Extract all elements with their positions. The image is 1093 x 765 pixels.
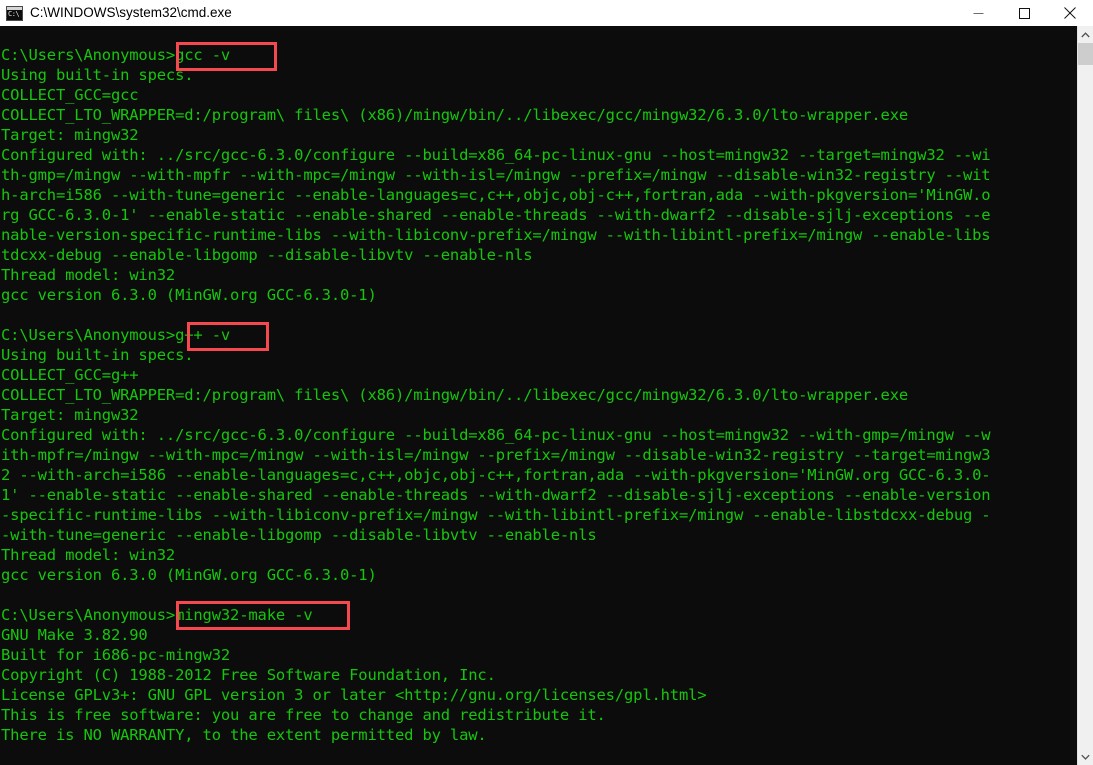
console-line: rg GCC-6.3.0-1' --enable-static --enable… (1, 206, 991, 224)
window-controls (955, 0, 1093, 26)
console-line: ith-mpfr=/mingw --with-mpc=/mingw --with… (1, 446, 991, 464)
minimize-icon (973, 12, 983, 14)
console-line: 2 --with-arch=i586 --enable-languages=c,… (1, 466, 991, 484)
console-line: COLLECT_GCC=g++ (1, 366, 139, 384)
cmd-window: C:\ C:\WINDOWS\system32\cmd.exe C:\Users… (0, 0, 1093, 765)
console-line: nable-version-specific-runtime-libs --wi… (1, 226, 991, 244)
console-line: th-gmp=/mingw --with-mpfr --with-mpc=/mi… (1, 166, 991, 184)
console-line: Thread model: win32 (1, 546, 176, 564)
console-line: C:\Users\Anonymous>g++ -v (1, 326, 231, 344)
console-line: Target: mingw32 (1, 406, 139, 424)
title-bar-left: C:\ C:\WINDOWS\system32\cmd.exe (0, 0, 955, 26)
maximize-icon (1018, 7, 1030, 19)
close-icon (1064, 7, 1076, 19)
console-line: C:\Users\Anonymous>gcc -v (1, 46, 231, 64)
console-line: COLLECT_LTO_WRAPPER=d:/program\ files\ (… (1, 106, 909, 124)
console-line: tdcxx-debug --enable-libgomp --disable-l… (1, 246, 533, 264)
console-line: Configured with: ../src/gcc-6.3.0/config… (1, 146, 991, 164)
cmd-icon-label: C:\ (8, 9, 20, 18)
console-line: Target: mingw32 (1, 126, 139, 144)
scrollbar-down-button[interactable] (1078, 748, 1093, 765)
console-line: Copyright (C) 1988-2012 Free Software Fo… (1, 666, 496, 684)
cmd-icon: C:\ (6, 5, 23, 21)
console-line: COLLECT_GCC=gcc (1, 86, 139, 104)
console-line: Using built-in specs. (1, 66, 194, 84)
console-line: There is NO WARRANTY, to the extent perm… (1, 726, 487, 744)
console-output: C:\Users\Anonymous>gcc -v Using built-in … (1, 45, 1077, 745)
console-line: Using built-in specs. (1, 346, 194, 364)
minimize-button[interactable] (955, 0, 1001, 26)
console-area[interactable]: C:\Users\Anonymous>gcc -v Using built-in … (0, 26, 1093, 765)
console-line: GNU Make 3.82.90 (1, 626, 148, 644)
console-line: 1' --enable-static --enable-shared --ena… (1, 486, 991, 504)
scrollbar-track[interactable] (1078, 43, 1093, 748)
console-scrollbar[interactable] (1077, 26, 1093, 765)
chevron-up-icon (1081, 31, 1090, 37)
console-line: Thread model: win32 (1, 266, 176, 284)
console-viewport[interactable]: C:\Users\Anonymous>gcc -v Using built-in … (0, 26, 1077, 765)
console-line: C:\Users\Anonymous>mingw32-make -v (1, 606, 313, 624)
console-line: -specific-runtime-libs --with-libiconv-p… (1, 506, 991, 524)
console-line: Built for i686-pc-mingw32 (1, 646, 231, 664)
window-title: C:\WINDOWS\system32\cmd.exe (30, 5, 232, 20)
chevron-down-icon (1081, 754, 1090, 760)
console-line: COLLECT_LTO_WRAPPER=d:/program\ files\ (… (1, 386, 909, 404)
maximize-button[interactable] (1001, 0, 1047, 26)
console-line: h-arch=i586 --with-tune=generic --enable… (1, 186, 991, 204)
scrollbar-thumb[interactable] (1078, 43, 1093, 65)
console-line: Configured with: ../src/gcc-6.3.0/config… (1, 426, 991, 444)
console-line: gcc version 6.3.0 (MinGW.org GCC-6.3.0-1… (1, 566, 377, 584)
console-line: -with-tune=generic --enable-libgomp --di… (1, 526, 597, 544)
console-line: gcc version 6.3.0 (MinGW.org GCC-6.3.0-1… (1, 286, 377, 304)
scrollbar-up-button[interactable] (1078, 26, 1093, 43)
title-bar: C:\ C:\WINDOWS\system32\cmd.exe (0, 0, 1093, 26)
close-button[interactable] (1047, 0, 1093, 26)
console-line: This is free software: you are free to c… (1, 706, 606, 724)
console-line: License GPLv3+: GNU GPL version 3 or lat… (1, 686, 707, 704)
